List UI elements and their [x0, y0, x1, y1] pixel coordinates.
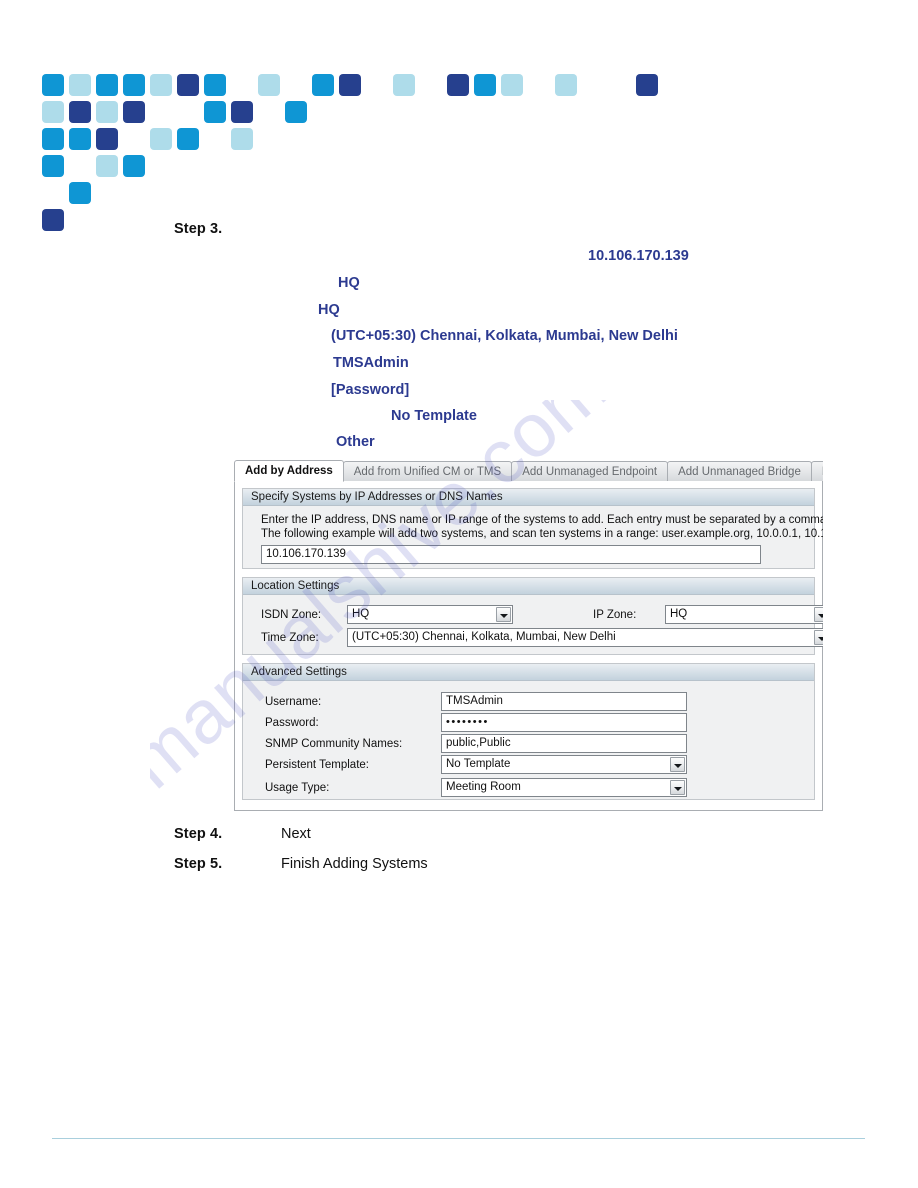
isdn-zone-label: ISDN Zone:: [261, 609, 322, 621]
usage-type-label: Usage Type:: [265, 782, 330, 794]
mosaic-square: [231, 128, 253, 150]
persistent-template-value: No Template: [446, 758, 511, 770]
ip-zone-value: HQ: [670, 608, 688, 620]
advanced-settings-group: Advanced Settings Username: TMSAdmin Pas…: [242, 663, 815, 800]
ip-zone-label: IP Zone:: [593, 609, 637, 621]
mosaic-square: [96, 155, 118, 177]
username-input[interactable]: TMSAdmin: [441, 692, 687, 711]
mosaic-square: [123, 155, 145, 177]
chevron-down-icon[interactable]: [814, 607, 823, 622]
password-input[interactable]: ••••••••: [441, 713, 687, 732]
location-settings-group: Location Settings ISDN Zone: HQ IP Zone:…: [242, 577, 823, 655]
mosaic-square: [123, 101, 145, 123]
mosaic-square: [150, 74, 172, 96]
ip-address-input[interactable]: 10.106.170.139: [261, 545, 761, 564]
mosaic-square: [636, 74, 658, 96]
usage-type-select[interactable]: Meeting Room: [441, 778, 687, 797]
mosaic-square: [177, 74, 199, 96]
annotation-5: [Password]: [331, 382, 410, 398]
dialog-tab-strip: Add by Address Add from Unified CM or TMS…: [234, 460, 823, 482]
annotation-1: HQ: [338, 275, 360, 291]
specify-hint-line-2: The following example will add two syste…: [261, 528, 823, 540]
chevron-down-icon[interactable]: [496, 607, 511, 622]
isdn-zone-select[interactable]: HQ: [347, 605, 513, 624]
password-label: Password:: [265, 717, 319, 729]
annotation-0: 10.106.170.139: [588, 248, 689, 264]
annotation-6: No Template: [391, 408, 477, 424]
mosaic-square: [231, 101, 253, 123]
isdn-zone-value: HQ: [352, 608, 370, 620]
advanced-settings-header: Advanced Settings: [243, 664, 814, 681]
persistent-template-label: Persistent Template:: [265, 759, 369, 771]
persistent-template-select[interactable]: No Template: [441, 755, 687, 774]
mosaic-square: [555, 74, 577, 96]
annotation-7: Other: [336, 434, 375, 450]
specify-hint-line-1: Enter the IP address, DNS name or IP ran…: [261, 514, 823, 526]
specify-systems-group: Specify Systems by IP Addresses or DNS N…: [242, 488, 823, 569]
mosaic-square: [96, 74, 118, 96]
time-zone-value: (UTC+05:30) Chennai, Kolkata, Mumbai, Ne…: [352, 631, 616, 643]
mosaic-square: [69, 101, 91, 123]
step-4-body: Next: [281, 826, 311, 842]
mosaic-square: [204, 74, 226, 96]
tab-pre-r[interactable]: Pre-r: [810, 461, 823, 482]
chevron-down-icon[interactable]: [814, 630, 823, 645]
annotation-2: HQ: [318, 302, 340, 318]
annotation-3: (UTC+05:30) Chennai, Kolkata, Mumbai, Ne…: [331, 328, 678, 344]
chevron-down-icon[interactable]: [670, 757, 685, 772]
footer-divider: [52, 1138, 865, 1139]
tab-add-by-address[interactable]: Add by Address: [234, 460, 344, 482]
snmp-community-input[interactable]: public,Public: [441, 734, 687, 753]
mosaic-square: [258, 74, 280, 96]
chevron-down-icon[interactable]: [670, 780, 685, 795]
mosaic-square: [42, 128, 64, 150]
username-label: Username:: [265, 696, 322, 708]
location-settings-header: Location Settings: [243, 578, 814, 595]
specify-systems-header: Specify Systems by IP Addresses or DNS N…: [243, 489, 814, 506]
mosaic-square: [69, 182, 91, 204]
step-4-label: Step 4.: [174, 826, 223, 842]
advanced-settings-body: Username: TMSAdmin Password: •••••••• SN…: [243, 681, 814, 799]
mosaic-square: [69, 74, 91, 96]
mosaic-square: [312, 74, 334, 96]
mosaic-square: [474, 74, 496, 96]
location-settings-body: ISDN Zone: HQ IP Zone: HQ Time Zone: (UT…: [243, 595, 823, 654]
mosaic-square: [42, 74, 64, 96]
mosaic-square: [42, 209, 64, 231]
decorative-mosaic: [42, 74, 658, 231]
mosaic-square: [42, 101, 64, 123]
annotation-4: TMSAdmin: [333, 355, 409, 371]
mosaic-square: [150, 128, 172, 150]
tab-add-unmanaged-endpoint[interactable]: Add Unmanaged Endpoint: [511, 461, 669, 482]
mosaic-square: [447, 74, 469, 96]
time-zone-select[interactable]: (UTC+05:30) Chennai, Kolkata, Mumbai, Ne…: [347, 628, 823, 647]
mosaic-square: [285, 101, 307, 123]
snmp-community-label: SNMP Community Names:: [265, 738, 403, 750]
mosaic-square: [177, 128, 199, 150]
specify-systems-body: Enter the IP address, DNS name or IP ran…: [243, 506, 823, 568]
mosaic-square: [393, 74, 415, 96]
mosaic-square: [123, 74, 145, 96]
tab-add-unmanaged-bridge[interactable]: Add Unmanaged Bridge: [667, 461, 812, 482]
dialog-panel: Specify Systems by IP Addresses or DNS N…: [234, 481, 823, 811]
ip-zone-select[interactable]: HQ: [665, 605, 823, 624]
usage-type-value: Meeting Room: [446, 781, 521, 793]
mosaic-square: [501, 74, 523, 96]
tab-add-from-unified-cm-or-tms[interactable]: Add from Unified CM or TMS: [342, 461, 513, 482]
add-systems-dialog: Add by Address Add from Unified CM or TMS…: [234, 460, 823, 811]
mosaic-square: [204, 101, 226, 123]
mosaic-square: [96, 101, 118, 123]
step-5-label: Step 5.: [174, 856, 223, 872]
mosaic-square: [42, 155, 64, 177]
mosaic-square: [69, 128, 91, 150]
step-3-label: Step 3.: [174, 221, 223, 237]
mosaic-square: [96, 128, 118, 150]
time-zone-label: Time Zone:: [261, 632, 319, 644]
step-5-body: Finish Adding Systems: [281, 856, 428, 872]
mosaic-square: [339, 74, 361, 96]
